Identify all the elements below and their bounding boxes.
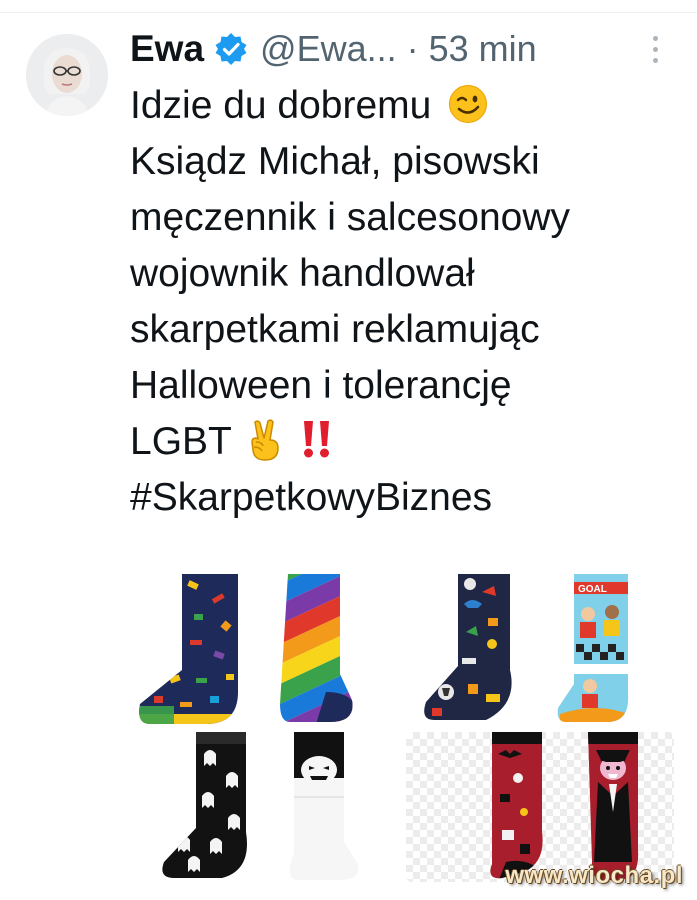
sock-image-dracula[interactable] bbox=[406, 732, 674, 882]
wink-emoji-icon bbox=[448, 84, 488, 124]
tweet-media-grid: GOAL bbox=[130, 574, 674, 884]
avatar[interactable] bbox=[26, 34, 108, 116]
tweet-text-line-3: męczennik i salcesonowy bbox=[130, 196, 571, 239]
tweet-text-line-4: wojownik handlował bbox=[130, 252, 475, 295]
sock-image-ghost[interactable] bbox=[130, 732, 398, 882]
tweet-header: Ewa @Ewa... · 53 min bbox=[130, 24, 537, 74]
double-exclamation-icon bbox=[299, 418, 335, 460]
tweet-text-line-7: LGBT bbox=[130, 420, 232, 463]
svg-text:GOAL: GOAL bbox=[578, 584, 607, 595]
author-handle[interactable]: @Ewa... bbox=[260, 28, 397, 70]
watermark-text: www.wiocha.pl bbox=[505, 862, 683, 889]
avatar-photo bbox=[26, 34, 108, 116]
tweet-text-line-6: Halloween i tolerancję bbox=[130, 364, 512, 407]
more-options-icon[interactable] bbox=[653, 36, 659, 64]
tweet-text-line-1: Idzie du dobremu bbox=[130, 84, 432, 127]
separator-dot: · bbox=[406, 28, 419, 69]
sock-image-lgbt[interactable] bbox=[130, 574, 398, 724]
hashtag-link[interactable]: #SkarpetkowyBiznes bbox=[130, 470, 690, 526]
tweet-line: LGBT bbox=[130, 414, 690, 470]
tweet-line: Idzie du dobremu bbox=[130, 78, 690, 134]
tweet-text: Idzie du dobremu Ksiądz Michał, pisowski… bbox=[130, 78, 690, 526]
verified-badge-icon bbox=[214, 32, 248, 66]
tweet-text-line-2: Ksiądz Michał, pisowski bbox=[130, 140, 540, 183]
victory-hand-icon bbox=[246, 418, 284, 462]
tweet-text-line-5: skarpetkami reklamując bbox=[130, 308, 540, 351]
top-divider bbox=[0, 0, 697, 13]
sock-image-football[interactable]: GOAL bbox=[406, 574, 674, 724]
timestamp[interactable]: 53 min bbox=[429, 28, 537, 70]
author-name[interactable]: Ewa bbox=[130, 28, 204, 70]
